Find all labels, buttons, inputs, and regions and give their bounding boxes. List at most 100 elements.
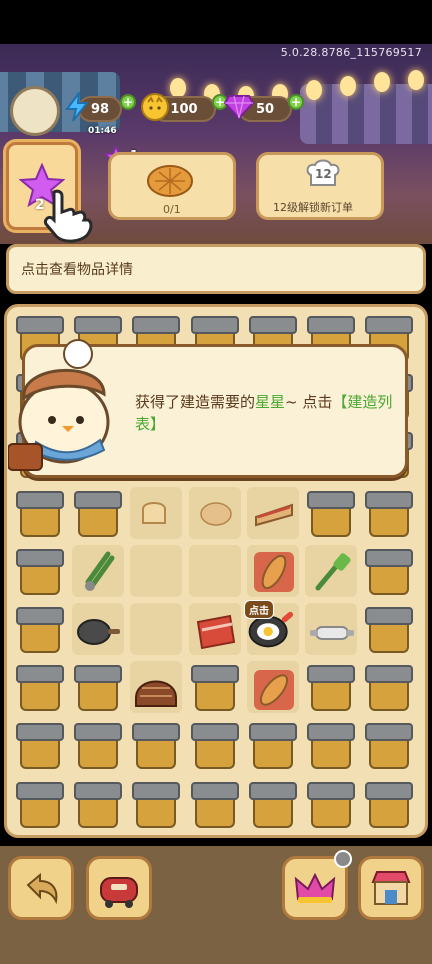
board-item-chocolate-bread[interactable] <box>130 664 182 716</box>
locked-crate[interactable] <box>305 487 357 539</box>
crate-body <box>136 797 177 828</box>
shop-button[interactable] <box>358 856 424 920</box>
dialog-text-mid: ~ 点击 <box>285 393 333 411</box>
crate-body <box>369 739 410 770</box>
locked-crate[interactable] <box>305 719 357 771</box>
purple-gem-icon <box>222 90 256 124</box>
lightning-icon <box>60 90 94 124</box>
locked-crate[interactable] <box>130 719 182 771</box>
board-item-tongs[interactable] <box>72 546 124 598</box>
game-screen: 5.0.28.8786_115769517 98 + 01:46 100 + 5… <box>0 0 432 964</box>
board-item-rolling-pin[interactable] <box>306 606 358 658</box>
crate-body <box>311 739 351 770</box>
crate-lid <box>74 490 123 509</box>
lock-icon <box>334 850 352 868</box>
crate-body <box>78 681 119 712</box>
order-card-waffle[interactable]: 0/1 <box>108 152 236 220</box>
version-label: 5.0.28.8786_115769517 <box>280 46 422 59</box>
crate-body <box>369 623 410 653</box>
board-empty-cell[interactable] <box>188 544 241 597</box>
crate-lid <box>16 607 64 625</box>
order-progress: 0/1 <box>163 203 181 216</box>
pointing-hand-icon <box>40 188 94 250</box>
locked-crate[interactable] <box>189 778 241 830</box>
board-item-flatbread[interactable] <box>190 486 242 538</box>
crate-lid <box>365 607 414 625</box>
locked-crate[interactable] <box>14 545 66 597</box>
locked-crate[interactable] <box>14 661 66 713</box>
crate-lid <box>248 723 297 742</box>
locked-crate[interactable] <box>363 719 415 771</box>
locked-level: 12 <box>315 167 332 181</box>
crate-body <box>20 739 60 770</box>
locked-order-card: 12 12级解锁新订单 <box>256 152 384 220</box>
crate-body <box>311 506 351 537</box>
locked-crate[interactable] <box>72 778 124 830</box>
locked-crate[interactable] <box>189 661 241 713</box>
crate-lid <box>365 548 414 567</box>
crate-lid <box>307 781 355 800</box>
crate-body <box>194 797 235 828</box>
crate-body <box>78 506 119 537</box>
crate-body <box>369 681 410 712</box>
board-item-sandwich[interactable] <box>248 486 300 538</box>
crate-lid <box>74 665 123 684</box>
energy-plus-button[interactable]: + <box>120 94 136 110</box>
crate-lid <box>16 316 64 334</box>
locked-crate[interactable] <box>14 603 66 655</box>
crate-lid <box>190 665 239 684</box>
locked-crate[interactable] <box>363 661 415 713</box>
board-empty-cell[interactable] <box>130 603 183 655</box>
dialog-text-before: 获得了建造需要的 <box>135 393 256 411</box>
board-item-meat[interactable] <box>190 606 242 658</box>
locked-crate[interactable] <box>72 719 124 771</box>
crate-lid <box>74 781 123 800</box>
locked-crate[interactable] <box>305 778 357 830</box>
crate-body <box>194 681 235 712</box>
locked-crate[interactable] <box>130 778 182 830</box>
locked-crate[interactable] <box>14 719 66 771</box>
crate-body <box>20 623 60 653</box>
locked-crate[interactable] <box>363 603 415 655</box>
crate-lid <box>16 781 64 800</box>
shop-stall-icon <box>371 871 411 905</box>
locked-crate[interactable] <box>72 487 124 539</box>
locked-crate[interactable] <box>247 778 299 830</box>
player-avatar[interactable] <box>10 86 60 136</box>
crate-lid <box>365 723 414 742</box>
board-empty-cell[interactable] <box>130 544 183 597</box>
locked-crate[interactable] <box>305 661 357 713</box>
crate-body <box>136 739 177 770</box>
dialog-bracket-open: 【 <box>332 393 348 411</box>
crate-body <box>252 797 293 828</box>
backpack-button[interactable] <box>86 856 152 920</box>
crate-body <box>311 797 351 828</box>
locked-crate[interactable] <box>14 778 66 830</box>
locked-crate[interactable] <box>189 719 241 771</box>
crate-body <box>78 797 119 828</box>
crate-lid <box>365 316 414 334</box>
crate-lid <box>248 316 297 334</box>
gem-plus-button[interactable]: + <box>288 94 304 110</box>
crate-lid <box>16 723 64 742</box>
locked-crate[interactable] <box>14 487 66 539</box>
board-item-bread-loaf[interactable] <box>128 486 180 538</box>
undo-button[interactable] <box>8 856 74 920</box>
crate-body <box>252 739 293 770</box>
board-item-sausage-bread[interactable] <box>248 664 300 716</box>
crate-body <box>194 739 235 770</box>
locked-crate[interactable] <box>363 778 415 830</box>
gem-value: 50 <box>255 101 275 117</box>
locked-crate[interactable] <box>247 719 299 771</box>
item-info-bar[interactable]: 点击查看物品详情 <box>6 244 426 294</box>
cat-coin-icon <box>138 90 172 124</box>
light-string <box>160 58 432 106</box>
crate-body <box>369 506 410 537</box>
locked-crate[interactable] <box>363 545 415 597</box>
board-item-spatula[interactable] <box>306 546 358 598</box>
crate-lid <box>16 665 64 684</box>
board-item-frying-pan[interactable] <box>72 606 124 658</box>
locked-crate[interactable] <box>72 661 124 713</box>
locked-crate[interactable] <box>363 487 415 539</box>
board-item-baguette[interactable] <box>248 546 300 598</box>
